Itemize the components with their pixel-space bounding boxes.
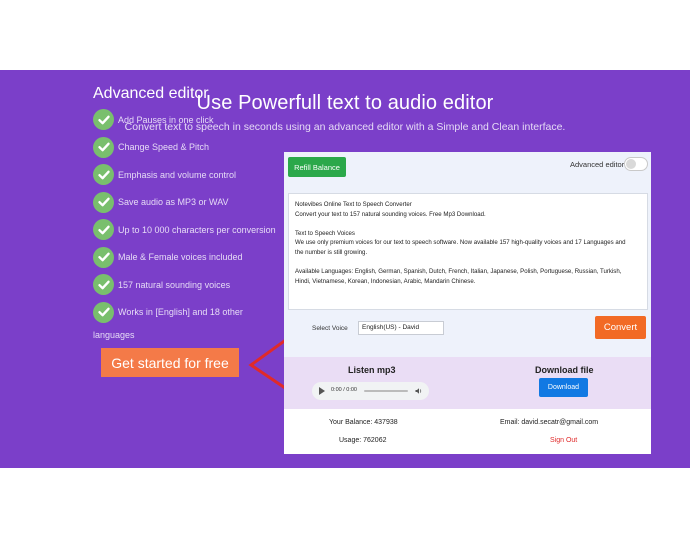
text-line: Text to Speech Voices — [295, 229, 355, 237]
balance-text: Your Balance: 437938 — [329, 419, 398, 426]
checkmark-icon — [93, 109, 114, 131]
feature-item: Save audio as MP3 or WAV — [93, 189, 273, 217]
text-line: the number is still growing. — [295, 248, 368, 256]
sign-out-link[interactable]: Sign Out — [550, 437, 577, 444]
seek-bar[interactable] — [364, 390, 408, 392]
checkmark-icon — [93, 274, 114, 296]
text-line: We use only premium voices for our text … — [295, 239, 626, 247]
refill-balance-button[interactable]: Refill Balance — [288, 157, 346, 177]
get-started-button[interactable]: Get started for free — [101, 348, 239, 377]
text-input[interactable]: Notevibes Online Text to Speech Converte… — [288, 193, 648, 310]
text-line: Convert your text to 157 natural soundin… — [295, 210, 486, 218]
text-line: Hindi, Vietnamese, Korean, Indonesian, A… — [295, 277, 476, 285]
text-line: Notevibes Online Text to Speech Converte… — [295, 201, 412, 208]
feature-label: Save audio as MP3 or WAV — [118, 197, 229, 208]
download-title: Download file — [535, 365, 594, 375]
toggle-knob — [626, 159, 636, 169]
editor-panel: Refill Balance Advanced editor Notevibes… — [284, 152, 651, 454]
select-voice-label: Select Voice — [312, 325, 348, 332]
text-line: Available Languages: English, German, Sp… — [295, 268, 622, 276]
advanced-editor-label: Advanced editor — [570, 160, 625, 169]
feature-label: Works in [English] and 18 other — [118, 307, 243, 318]
account-footer: Your Balance: 437938 Usage: 762062 Email… — [284, 409, 651, 454]
player-time: 0:00 / 0:00 — [331, 387, 357, 393]
feature-item: Emphasis and volume control — [93, 161, 273, 189]
volume-icon[interactable] — [415, 387, 423, 395]
feature-label: Male & Female voices included — [118, 252, 243, 263]
checkmark-icon — [93, 164, 114, 186]
checkmark-icon — [93, 301, 114, 323]
feature-item: Male & Female voices included — [93, 244, 273, 272]
feature-item: 157 natural sounding voices — [93, 271, 273, 299]
feature-label: 157 natural sounding voices — [118, 279, 231, 290]
feature-list: Add Pauses in one click Change Speed & P… — [93, 106, 276, 327]
feature-label: Add Pauses in one click — [118, 114, 214, 125]
checkmark-icon — [93, 191, 114, 213]
voice-select[interactable]: English(US) - David — [358, 321, 444, 335]
feature-item: Change Speed & Pitch — [93, 134, 273, 162]
audio-player[interactable]: 0:00 / 0:00 — [312, 382, 429, 400]
listen-title: Listen mp3 — [348, 365, 396, 375]
checkmark-icon — [93, 219, 114, 241]
play-icon[interactable] — [319, 387, 325, 395]
feature-item: Works in [English] and 18 other — [93, 299, 273, 327]
convert-button[interactable]: Convert — [595, 316, 646, 339]
advanced-editor-toggle[interactable] — [624, 157, 648, 171]
features-heading: Advanced editor — [93, 85, 209, 102]
checkmark-icon — [93, 136, 114, 158]
output-section: Listen mp3 0:00 / 0:00 Download file Dow… — [284, 357, 651, 409]
email-text: Email: david.secatr@gmail.com — [500, 419, 599, 426]
feature-label: Emphasis and volume control — [118, 169, 237, 180]
feature-label-continuation: languages — [93, 330, 135, 340]
feature-label: Change Speed & Pitch — [118, 142, 210, 153]
feature-item: Add Pauses in one click — [93, 106, 273, 134]
usage-text: Usage: 762062 — [339, 437, 387, 444]
editor-area: Refill Balance Advanced editor Notevibes… — [284, 152, 651, 357]
download-button[interactable]: Download — [539, 378, 588, 397]
checkmark-icon — [93, 246, 114, 268]
feature-item: Up to 10 000 characters per conversion — [93, 216, 276, 244]
feature-label: Up to 10 000 characters per conversion — [118, 224, 276, 235]
